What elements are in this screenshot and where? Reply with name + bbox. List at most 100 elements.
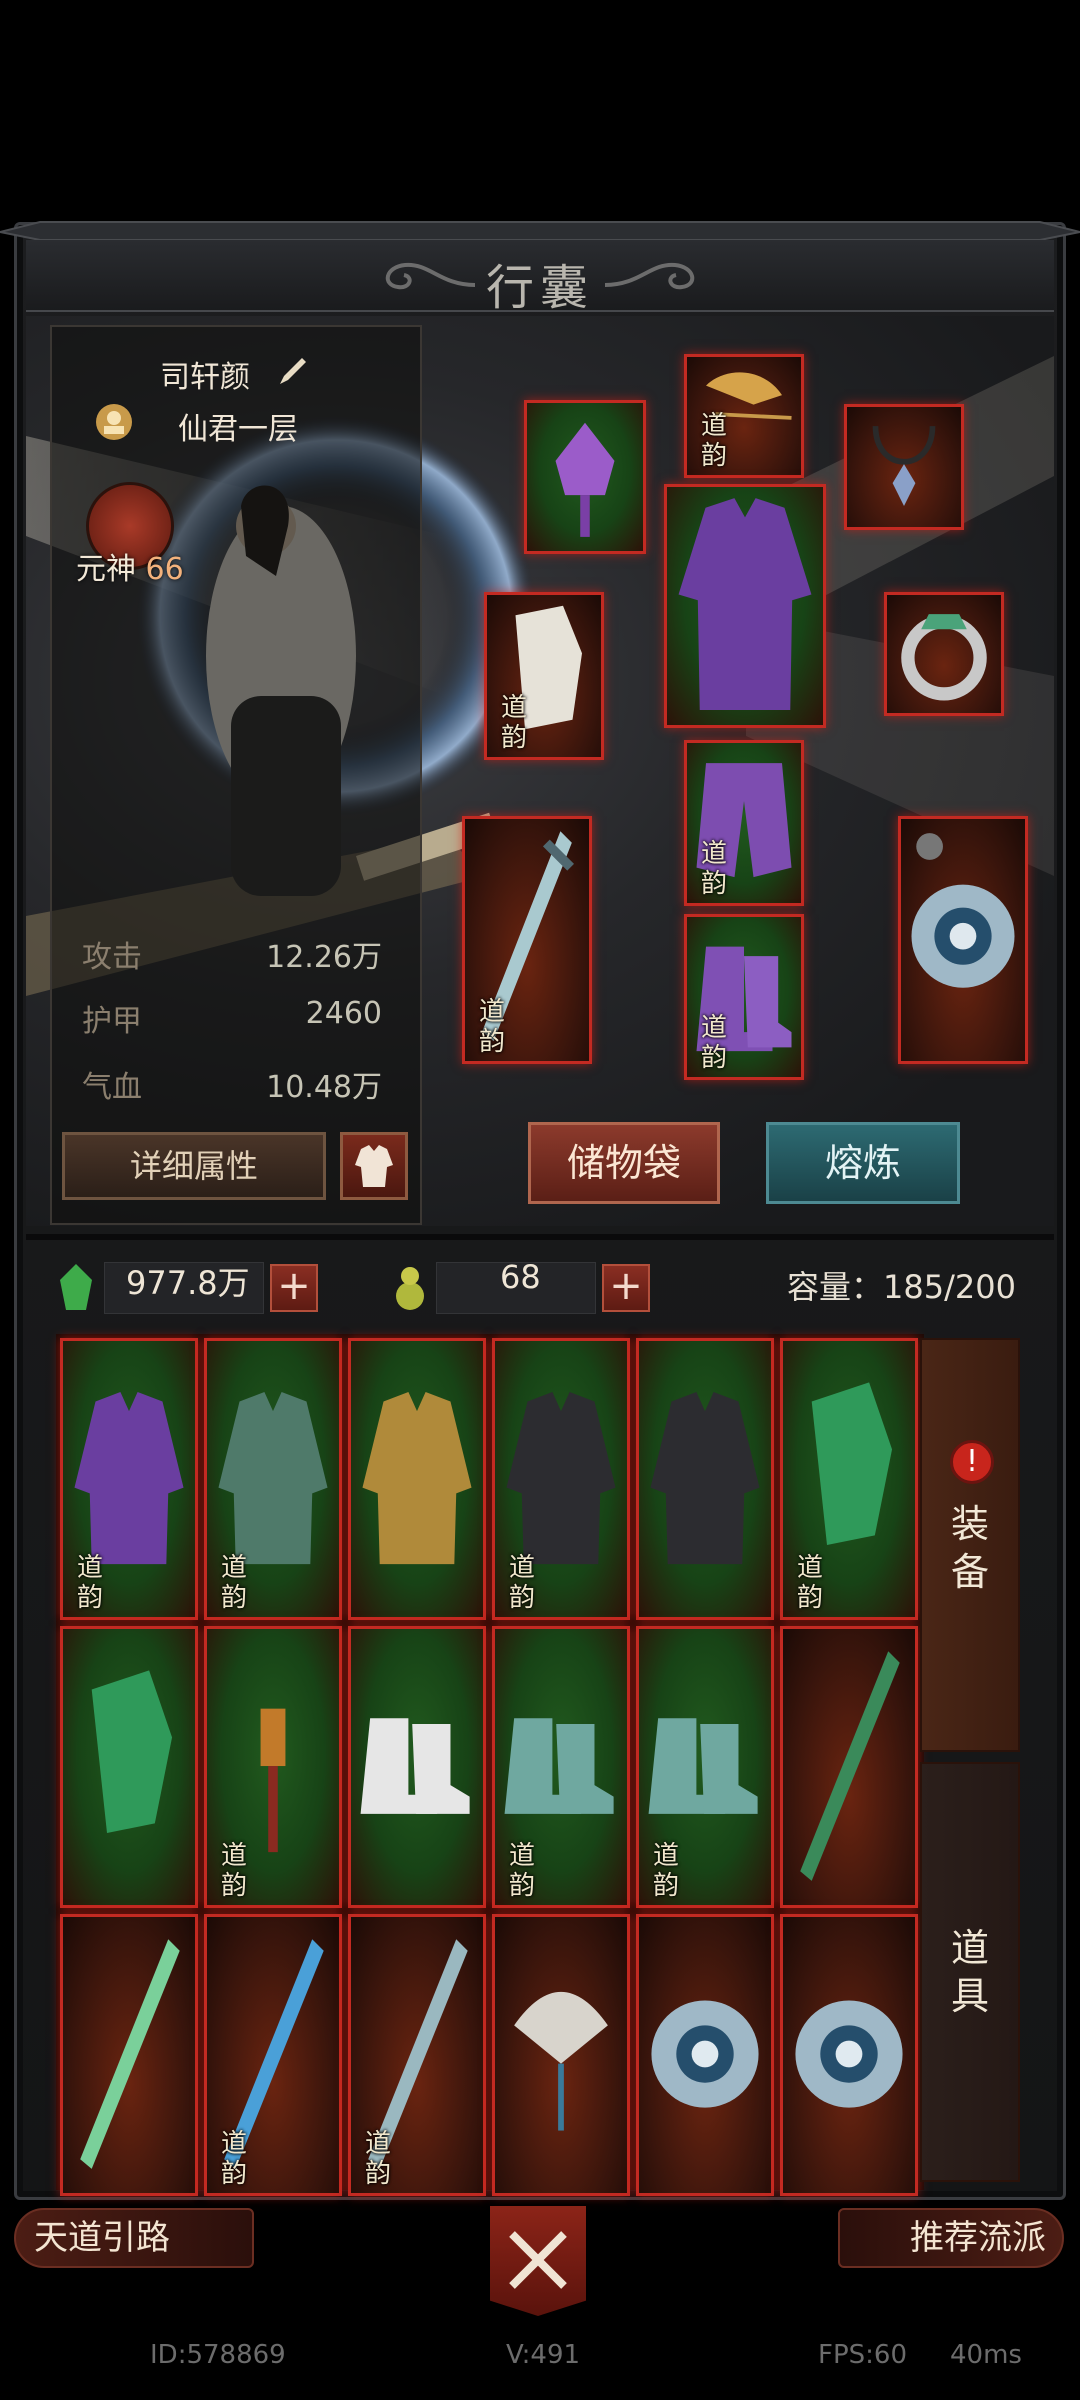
white-boots-icon (360, 1718, 470, 1814)
version: V:491 (506, 2340, 581, 2370)
crossed-swords-icon (509, 2231, 567, 2289)
inventory-item-green-sword[interactable] (780, 1626, 918, 1908)
equip-slot-boots[interactable]: 道 韵 (684, 914, 804, 1080)
bag-capacity: 容量：185/200 (787, 1268, 1016, 1306)
add-gourd-button[interactable]: + (602, 1264, 650, 1312)
equip-slot-hairpin[interactable]: 道 韵 (684, 354, 804, 478)
stat-label: 气血 (82, 1070, 142, 1105)
add-jade-button[interactable]: + (270, 1264, 318, 1312)
daoyun-tag: 道 韵 (77, 1553, 104, 1613)
daoyun-tag: 道 韵 (509, 1553, 536, 1613)
detail-attributes-button[interactable]: 详细属性 (62, 1132, 326, 1200)
stat-value: 12.26万 (266, 940, 382, 975)
inventory-item-jade-boots[interactable]: 道 韵 (492, 1626, 630, 1908)
player-id: ID:578869 (150, 2340, 286, 2370)
necklace-icon (872, 426, 936, 506)
recommended-build-button[interactable]: 推荐流派 (838, 2208, 1064, 2268)
green-sword-icon (800, 1651, 900, 1881)
daoyun-tag: 道 韵 (701, 1013, 728, 1073)
character-name: 司轩颜 (160, 360, 250, 395)
daoyun-tag: 道 韵 (701, 411, 728, 471)
pendant-icon (555, 422, 615, 537)
daoyun-tag: 道 韵 (365, 2129, 392, 2189)
stat-value: 2460 (305, 996, 382, 1031)
stat-label: 攻击 (82, 940, 142, 975)
edit-name-icon[interactable] (276, 354, 310, 388)
fps: FPS:60 (818, 2340, 907, 2370)
green-bracer-icon (91, 1670, 173, 1833)
daoyun-tag: 道 韵 (221, 2129, 248, 2189)
spirit-level: 元神 66 (76, 544, 184, 588)
daoyun-tag: 道 韵 (479, 997, 506, 1057)
stat-label: 护甲 (82, 1004, 142, 1039)
alert-icon: ! (950, 1440, 994, 1484)
yinyang-wheel-icon (795, 2000, 903, 2108)
equip-slot-necklace[interactable] (844, 404, 964, 530)
jade-amount: 977.8万 (126, 1264, 250, 1302)
stat-hp: 气血 10.48万 (82, 1062, 382, 1106)
stat-value: 10.48万 (266, 1070, 382, 1105)
yinyang-wheel-icon (911, 833, 1015, 988)
inventory-item-black-robe[interactable]: 道 韵 (492, 1338, 630, 1620)
section-divider (26, 1234, 1054, 1240)
swirl-ornament-right (604, 262, 695, 290)
fashion-button[interactable] (340, 1132, 408, 1200)
spirit-label: 元神 (76, 552, 136, 587)
inventory-item-green-bracer[interactable]: 道 韵 (780, 1338, 918, 1620)
inventory-item-jade-boots[interactable]: 道 韵 (636, 1626, 774, 1908)
heaven-guide-label: 天道引路 (34, 2218, 170, 2258)
inventory-item-lantern[interactable]: 道 韵 (204, 1626, 342, 1908)
latency: 40ms (950, 2340, 1022, 2370)
inventory-item-yinyang-wheel[interactable] (636, 1914, 774, 2196)
inventory-item-purple-robe[interactable]: 道 韵 (60, 1338, 198, 1620)
yellow-robe-icon (362, 1391, 472, 1565)
inventory-item-white-boots[interactable] (348, 1626, 486, 1908)
yinyang-wheel-icon (651, 2000, 759, 2108)
daoyun-tag: 道 韵 (653, 1841, 680, 1901)
equip-slot-weapon[interactable]: 道 韵 (462, 816, 592, 1064)
spirit-value: 66 (145, 552, 184, 587)
purple-robe-icon (678, 498, 812, 710)
jade-icon (60, 1264, 92, 1310)
inventory-item-jade-sword[interactable] (60, 1914, 198, 2196)
ring-icon (901, 614, 987, 701)
tab-items-label: 道 具 (950, 1926, 989, 2018)
rank-icon (96, 404, 132, 440)
robe-icon (355, 1145, 393, 1187)
tab-equipment[interactable]: ! 装 备 (920, 1338, 1020, 1752)
daoyun-tag: 道 韵 (221, 1553, 248, 1613)
equip-slot-robe[interactable] (664, 484, 826, 728)
daoyun-tag: 道 韵 (509, 1841, 536, 1901)
inventory-item-jade-robe[interactable]: 道 韵 (204, 1338, 342, 1620)
equip-slot-talisman[interactable] (898, 816, 1028, 1064)
inventory-item-green-bracer[interactable] (60, 1626, 198, 1908)
daoyun-tag: 道 韵 (701, 839, 728, 899)
inventory-item-yellow-robe[interactable] (348, 1338, 486, 1620)
inventory-item-yinyang-wheel[interactable] (780, 1914, 918, 2196)
black-robe-icon (650, 1391, 760, 1565)
stat-attack: 攻击 12.26万 (82, 932, 382, 976)
daoyun-tag: 道 韵 (797, 1553, 824, 1613)
equip-slot-pendant[interactable] (524, 400, 646, 554)
daoyun-tag: 道 韵 (501, 693, 528, 753)
equip-slot-ring[interactable] (884, 592, 1004, 716)
inventory-item-fan[interactable] (492, 1914, 630, 2196)
inventory-item-black-robe[interactable] (636, 1338, 774, 1620)
close-button[interactable] (490, 2206, 586, 2316)
equip-slot-bracer[interactable]: 道 韵 (484, 592, 604, 760)
tab-items[interactable]: 道 具 (920, 1762, 1020, 2182)
fan-icon (514, 1991, 608, 2131)
inventory-item-steel-sword[interactable]: 道 韵 (348, 1914, 486, 2196)
heaven-guide-button[interactable]: 天道引路 (14, 2208, 254, 2268)
gourd-icon (396, 1267, 424, 1310)
daoyun-tag: 道 韵 (221, 1841, 248, 1901)
inventory-item-blue-sword[interactable]: 道 韵 (204, 1914, 342, 2196)
smelt-button[interactable]: 熔炼 (766, 1122, 960, 1204)
jade-sword-icon (80, 1939, 180, 2169)
tab-equipment-label: 装 备 (950, 1502, 989, 1594)
character-rank: 仙君一层 (178, 412, 298, 447)
recommended-build-label: 推荐流派 (910, 2218, 1046, 2258)
storage-bag-button[interactable]: 储物袋 (528, 1122, 720, 1204)
page-title: 行囊 (485, 260, 594, 316)
equip-slot-pants[interactable]: 道 韵 (684, 740, 804, 906)
